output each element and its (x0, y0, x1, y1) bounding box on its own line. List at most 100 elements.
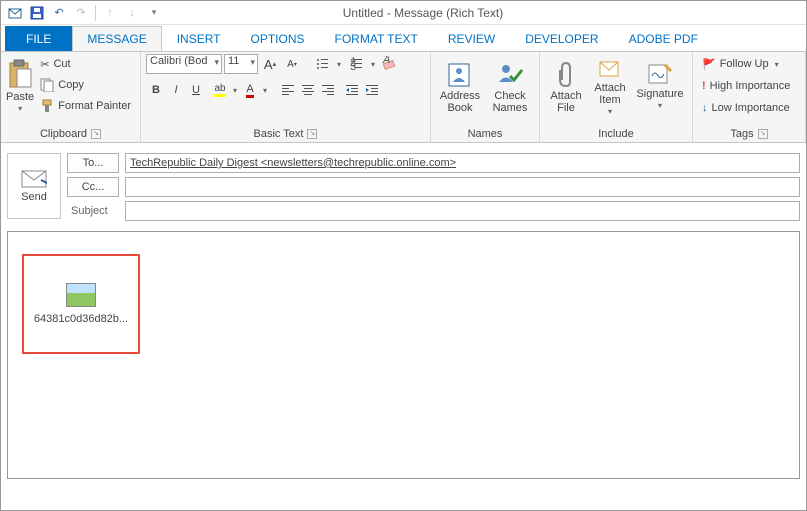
address-book-button[interactable]: Address Book (436, 54, 484, 120)
bold-button[interactable]: B (146, 80, 166, 100)
cut-label: Cut (53, 58, 70, 70)
quick-access-toolbar: ↶ ↷ ↑ ↓ ▾ (5, 3, 164, 23)
attach-file-label: Attach File (550, 90, 581, 114)
attachment-filename: 64381c0d36d82b... (34, 313, 128, 325)
high-importance-button[interactable]: ! High Importance (698, 76, 794, 96)
copy-button[interactable]: Copy (36, 75, 135, 95)
align-left-button[interactable] (278, 80, 298, 100)
tags-group-label: Tags (730, 128, 753, 140)
group-tags: 🚩Follow Up▾ ! High Importance ↓ Low Import… (693, 52, 806, 142)
to-button[interactable]: To... (67, 153, 119, 173)
bullets-icon (315, 57, 329, 71)
font-color-button[interactable]: A (240, 80, 260, 100)
save-icon[interactable] (27, 3, 47, 23)
message-body[interactable]: 64381c0d36d82b... (7, 231, 800, 479)
qat-customize-icon[interactable]: ▾ (144, 3, 164, 23)
high-importance-icon: ! (702, 80, 706, 92)
ribbon-tabs: FILE MESSAGE INSERT OPTIONS FORMAT TEXT … (1, 25, 806, 51)
clipboard-icon (7, 59, 33, 89)
high-importance-label: High Importance (710, 80, 791, 92)
grow-font-button[interactable]: A▴ (260, 54, 280, 74)
subject-field[interactable] (125, 201, 800, 221)
check-names-label: Check Names (493, 90, 528, 114)
signature-icon (647, 62, 673, 86)
clipboard-group-label: Clipboard (40, 128, 87, 140)
app-icon[interactable] (5, 3, 25, 23)
highlight-button[interactable]: ab (210, 80, 230, 100)
svg-text:A: A (382, 56, 390, 66)
tab-review[interactable]: REVIEW (433, 26, 510, 51)
shrink-font-button[interactable]: A▾ (282, 54, 302, 74)
align-center-icon (301, 83, 315, 97)
align-center-button[interactable] (298, 80, 318, 100)
format-painter-button[interactable]: Format Painter (36, 96, 135, 116)
attach-item-button[interactable]: Attach Item▾ (589, 54, 631, 120)
align-right-icon (321, 83, 335, 97)
check-names-button[interactable]: Check Names (486, 54, 534, 120)
tab-format-text[interactable]: FORMAT TEXT (320, 26, 433, 51)
tab-adobe-pdf[interactable]: ADOBE PDF (614, 26, 713, 51)
tags-dialog-launcher[interactable]: ↘ (758, 129, 768, 139)
previous-item-icon[interactable]: ↑ (100, 3, 120, 23)
low-importance-button[interactable]: ↓ Low Importance (698, 98, 794, 118)
send-icon (21, 170, 47, 188)
next-item-icon[interactable]: ↓ (122, 3, 142, 23)
numbering-icon: 123 (349, 57, 363, 71)
paintbrush-icon (40, 99, 54, 113)
attach-file-button[interactable]: Attach File (545, 54, 587, 120)
check-names-icon (496, 60, 524, 88)
group-include: Attach File Attach Item▾ Signature▾ Incl… (540, 52, 693, 142)
signature-button[interactable]: Signature▾ (633, 54, 687, 120)
send-button[interactable]: Send (7, 153, 61, 219)
svg-text:3: 3 (350, 61, 356, 71)
underline-button[interactable]: U (186, 80, 206, 100)
send-label: Send (21, 191, 47, 203)
follow-up-label: Follow Up (720, 58, 769, 70)
align-right-button[interactable] (318, 80, 338, 100)
undo-icon[interactable]: ↶ (49, 3, 69, 23)
cc-button[interactable]: Cc... (67, 177, 119, 197)
group-basic-text: Calibri (Bod 11 A▴ A▾ ▾ 123▾ A B I U ab▾… (141, 52, 431, 142)
bullets-dropdown[interactable]: ▾ (334, 60, 344, 69)
cc-field[interactable] (125, 177, 800, 197)
tab-insert[interactable]: INSERT (162, 26, 236, 51)
embedded-attachment[interactable]: 64381c0d36d82b... (22, 254, 140, 354)
paste-button[interactable]: Paste ▾ (6, 54, 34, 120)
decrease-indent-button[interactable] (342, 80, 362, 100)
to-field[interactable] (125, 153, 800, 173)
tab-developer[interactable]: DEVELOPER (510, 26, 613, 51)
names-group-label: Names (468, 128, 503, 140)
italic-button[interactable]: I (166, 80, 186, 100)
font-name-combo[interactable]: Calibri (Bod (146, 54, 222, 74)
increase-indent-button[interactable] (362, 80, 382, 100)
include-group-label: Include (598, 128, 633, 140)
paste-label: Paste (6, 91, 34, 103)
paperclip-icon (556, 60, 576, 88)
redo-icon[interactable]: ↷ (71, 3, 91, 23)
numbering-dropdown[interactable]: ▾ (368, 60, 378, 69)
bullets-button[interactable] (312, 54, 332, 74)
basic-text-dialog-launcher[interactable]: ↘ (307, 129, 317, 139)
address-book-icon (446, 60, 474, 88)
title-bar: ↶ ↷ ↑ ↓ ▾ Untitled - Message (Rich Text) (1, 1, 806, 25)
copy-icon (40, 78, 54, 92)
follow-up-button[interactable]: 🚩Follow Up▾ (698, 54, 794, 74)
qat-separator (95, 5, 96, 21)
low-importance-icon: ↓ (702, 102, 708, 114)
font-size-combo[interactable]: 11 (224, 54, 258, 74)
decrease-indent-icon (345, 83, 359, 97)
tab-file[interactable]: FILE (5, 26, 72, 51)
clipboard-dialog-launcher[interactable]: ↘ (91, 129, 101, 139)
address-book-label: Address Book (440, 90, 480, 114)
tab-options[interactable]: OPTIONS (236, 26, 320, 51)
highlight-dropdown[interactable]: ▾ (230, 86, 240, 95)
copy-label: Copy (58, 79, 84, 91)
low-importance-label: Low Importance (712, 102, 790, 114)
basic-text-group-label: Basic Text (254, 128, 304, 140)
cut-button[interactable]: ✂ Cut (36, 54, 135, 74)
font-color-dropdown[interactable]: ▾ (260, 86, 270, 95)
numbering-button[interactable]: 123 (346, 54, 366, 74)
scissors-icon: ✂ (40, 58, 49, 71)
tab-message[interactable]: MESSAGE (72, 26, 161, 51)
clear-formatting-button[interactable]: A (380, 54, 400, 74)
